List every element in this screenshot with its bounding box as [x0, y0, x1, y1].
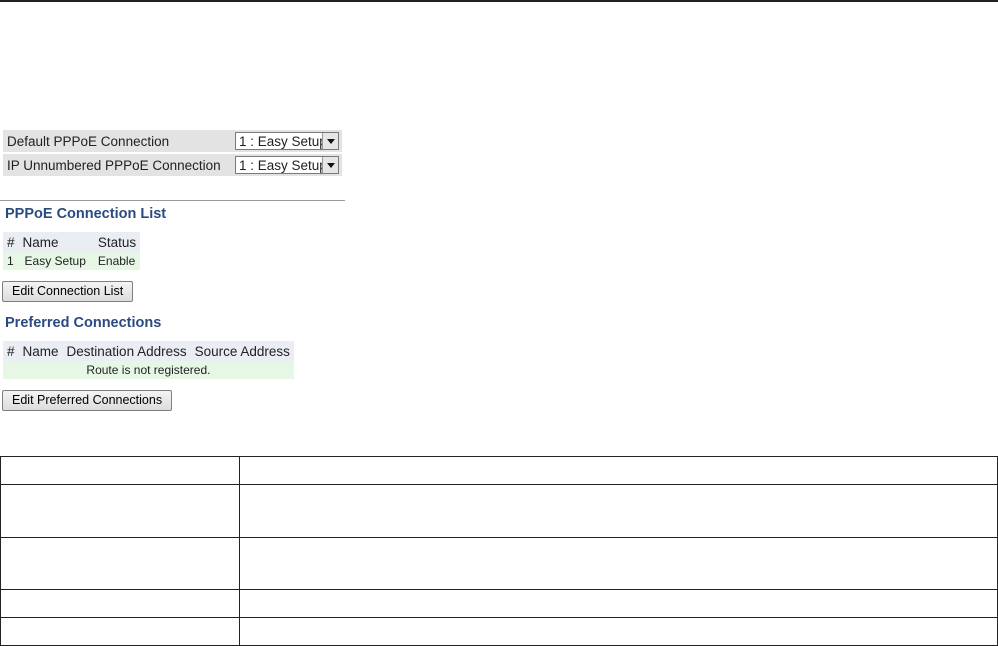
- edit-connection-list-button[interactable]: Edit Connection List: [2, 281, 134, 302]
- pppoe-settings-table: Default PPPoE Connection 1 : Easy Setup …: [3, 128, 342, 178]
- table-cell: [0, 537, 240, 590]
- table-row: [0, 617, 998, 646]
- column-header-number: #: [3, 232, 19, 252]
- chevron-down-icon[interactable]: [322, 133, 338, 149]
- connection-name: Easy Setup: [18, 252, 94, 270]
- default-connection-value: 1 : Easy Setup: [239, 134, 327, 149]
- table-row: 1 Easy Setup Enable: [3, 252, 141, 270]
- table-cell: [239, 589, 998, 618]
- table-cell: [0, 589, 240, 618]
- connection-list-table: # Name Status 1 Easy Setup Enable: [3, 232, 141, 270]
- connection-list-title: PPPoE Connection List: [5, 206, 167, 222]
- table-row: Route is not registered.: [3, 361, 294, 379]
- table-row: [0, 589, 998, 618]
- default-connection-row: Default PPPoE Connection 1 : Easy Setup: [3, 130, 342, 152]
- table-cell: [0, 456, 240, 485]
- table-row: [0, 484, 998, 538]
- edit-preferred-connections-button[interactable]: Edit Preferred Connections: [2, 390, 173, 411]
- default-connection-select[interactable]: 1 : Easy Setup: [235, 132, 339, 150]
- column-header-name: Name: [18, 232, 94, 252]
- connection-status: Enable: [93, 252, 141, 270]
- table-cell: [0, 484, 240, 538]
- table-row: [0, 456, 998, 485]
- table-cell: [239, 537, 998, 590]
- preferred-connections-table: # Name Destination Address Source Addres…: [3, 341, 294, 379]
- preferred-connections-header: # Name Destination Address Source Addres…: [3, 341, 294, 361]
- unnumbered-connection-value: 1 : Easy Setup: [239, 158, 327, 173]
- table-row: [0, 537, 998, 590]
- table-cell: [0, 617, 240, 646]
- default-connection-cell: 1 : Easy Setup: [230, 130, 342, 152]
- chevron-down-icon[interactable]: [322, 157, 338, 173]
- connection-list-header: # Name Status: [3, 232, 141, 252]
- column-header-name: Name: [18, 341, 63, 361]
- table-cell: [239, 456, 998, 485]
- unnumbered-connection-label: IP Unnumbered PPPoE Connection: [3, 154, 230, 176]
- unnumbered-connection-cell: 1 : Easy Setup: [230, 154, 342, 176]
- table-cell: [239, 617, 998, 646]
- top-rule: [0, 0, 998, 2]
- empty-route-message: Route is not registered.: [3, 361, 294, 379]
- table-cell: [239, 484, 998, 538]
- section-divider: [0, 200, 345, 201]
- unnumbered-connection-select[interactable]: 1 : Easy Setup: [235, 156, 339, 174]
- column-header-number: #: [3, 341, 19, 361]
- connection-number: 1: [3, 252, 19, 270]
- column-header-destination: Destination Address: [62, 341, 191, 361]
- preferred-connections-title: Preferred Connections: [5, 315, 162, 331]
- column-header-status: Status: [93, 232, 141, 252]
- unnumbered-connection-row: IP Unnumbered PPPoE Connection 1 : Easy …: [3, 154, 342, 176]
- description-table: [0, 456, 998, 646]
- column-header-source: Source Address: [190, 341, 294, 361]
- default-connection-label: Default PPPoE Connection: [3, 130, 230, 152]
